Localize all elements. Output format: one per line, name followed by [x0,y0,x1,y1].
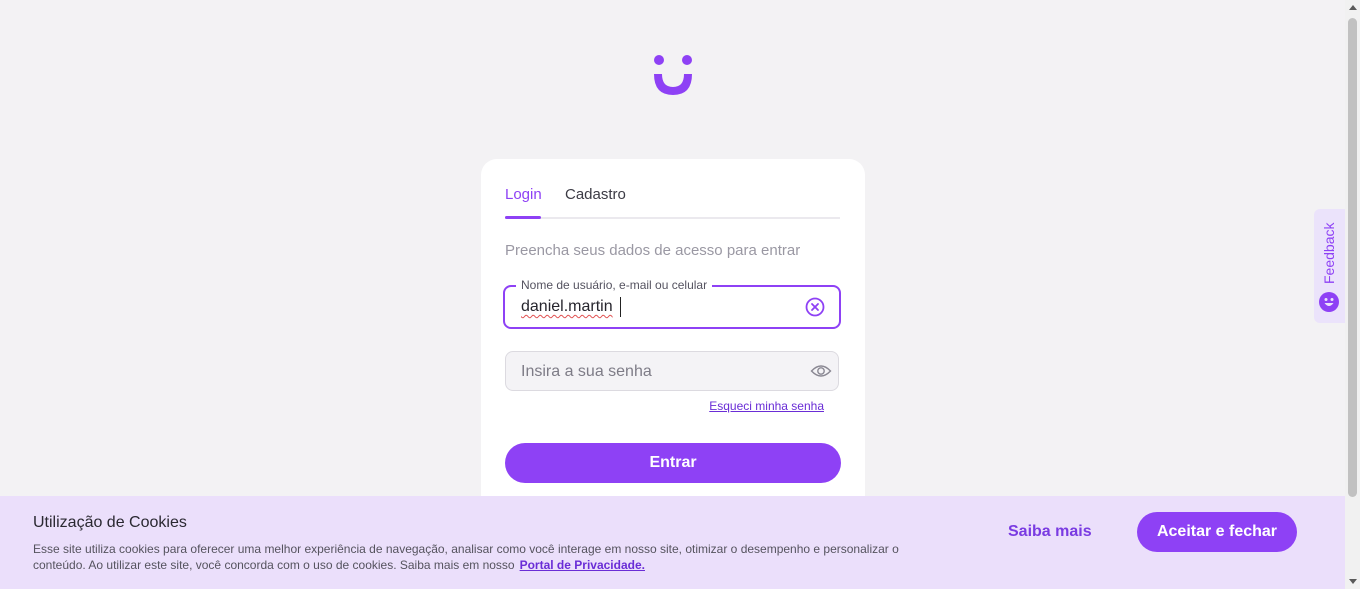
scroll-up-arrow-icon[interactable] [1349,5,1357,10]
login-subtitle: Preencha seus dados de acesso para entra… [505,242,801,259]
active-tab-indicator [505,216,541,219]
username-field[interactable]: Nome de usuário, e-mail ou celular danie… [503,278,841,329]
eye-icon[interactable] [810,362,832,380]
username-field-label: Nome de usuário, e-mail ou celular [516,278,713,292]
login-card: Login Cadastro Preencha seus dados de ac… [481,159,865,519]
auth-tabs: Login Cadastro [505,183,840,219]
clear-circle-icon[interactable] [805,297,825,317]
scrollbar-thumb[interactable] [1348,18,1357,497]
page: Login Cadastro Preencha seus dados de ac… [0,0,1345,589]
text-caret [620,297,621,317]
cookie-banner: Utilização de Cookies Esse site utiliza … [0,496,1345,589]
forgot-password-link[interactable]: Esqueci minha senha [709,399,824,413]
privacy-portal-link[interactable]: Portal de Privacidade. [520,558,645,572]
feedback-label: Feedback [1321,222,1337,284]
smile-logo-icon [654,55,692,95]
cookie-text: Esse site utiliza cookies para oferecer … [33,542,899,572]
smile-icon [1319,292,1339,312]
learn-more-button[interactable]: Saiba mais [1008,523,1092,541]
tab-login[interactable]: Login [505,186,542,203]
cookie-title: Utilização de Cookies [33,514,187,531]
username-input-value[interactable]: daniel.martin [521,298,613,316]
feedback-tab[interactable]: Feedback [1314,209,1345,323]
scroll-down-arrow-icon[interactable] [1349,579,1357,584]
tab-cadastro[interactable]: Cadastro [565,186,626,203]
accept-cookies-button[interactable]: Aceitar e fechar [1137,512,1297,552]
password-placeholder[interactable]: Insira a sua senha [521,363,652,381]
vertical-scrollbar[interactable] [1345,0,1360,589]
login-submit-button[interactable]: Entrar [505,443,841,483]
cookie-description: Esse site utiliza cookies para oferecer … [33,541,953,573]
password-field[interactable]: Insira a sua senha [505,351,839,391]
